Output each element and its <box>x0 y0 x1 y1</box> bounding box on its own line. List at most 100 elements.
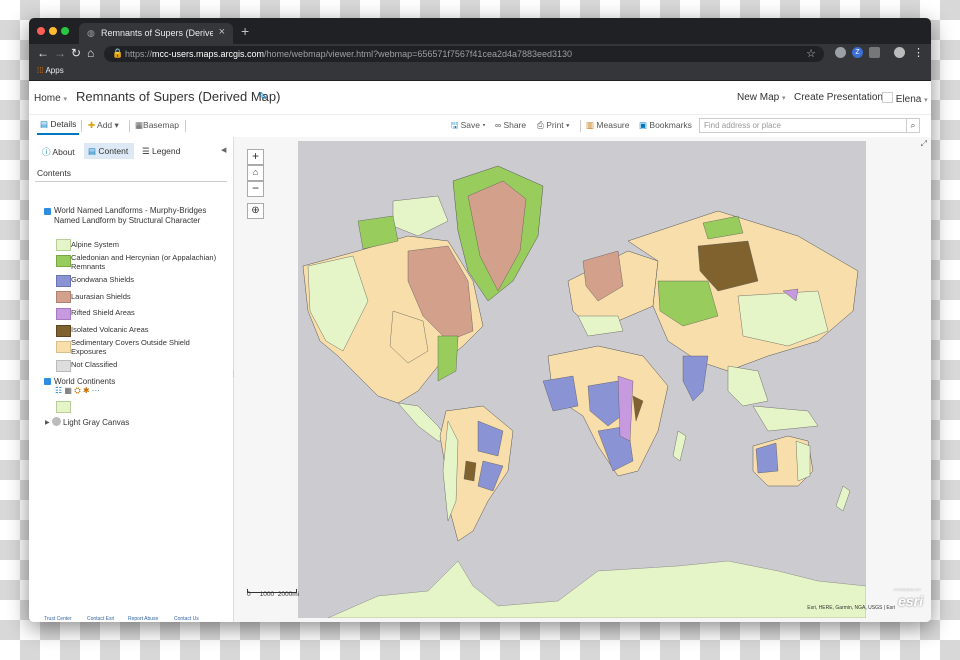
forward-arrow-icon[interactable]: → <box>54 46 66 60</box>
extension-z-icon[interactable]: Z <box>852 47 863 58</box>
divider <box>35 181 227 182</box>
home-extent-icon[interactable]: ⌂ <box>247 165 264 181</box>
add-button[interactable]: ✚ Add ▾ <box>88 120 119 131</box>
legend-label: Isolated Volcanic Areas <box>71 325 149 334</box>
user-menu[interactable]: Elena ▾ <box>882 92 928 105</box>
printer-icon: ⎙ <box>537 120 544 130</box>
save-button[interactable]: 🖫 Save ▾ <box>451 120 486 134</box>
table-icon[interactable]: ▦ <box>64 386 72 395</box>
legend-swatch <box>56 255 71 267</box>
close-tab-icon[interactable]: × <box>219 26 225 38</box>
avatar[interactable] <box>894 47 905 58</box>
page-title: Remnants of Supers (Derived Map) <box>76 89 281 104</box>
save-icon: 🖫 <box>451 120 459 130</box>
new-map-menu[interactable]: New Map ▾ <box>737 92 786 103</box>
expand-arrow-icon[interactable]: ▶ <box>45 419 50 426</box>
footer-link[interactable]: Trust Center <box>44 616 72 622</box>
details-button[interactable]: ▤ Details <box>37 118 80 135</box>
home-menu[interactable]: Home ▾ <box>34 93 67 104</box>
legend-list-icon: ☰ <box>142 146 150 156</box>
legend-swatch <box>56 360 71 372</box>
reload-icon[interactable]: ↻ <box>71 46 81 60</box>
basemap-globe-icon <box>52 417 61 426</box>
legend-label: Rifted Shield Areas <box>71 308 135 317</box>
legend-label: Alpine System <box>71 240 119 249</box>
map-attribution[interactable]: Esri, HERE, Garmin, NGA, USGS | Esri <box>807 605 895 611</box>
expand-icon[interactable]: ⤢ <box>921 139 927 149</box>
basemap-button[interactable]: ▦Basemap <box>135 120 179 131</box>
info-icon: ⓘ <box>42 147 51 157</box>
browser-menu-icon[interactable]: ⋮ <box>913 46 924 59</box>
apps-bookmark[interactable]: ⁞⁞⁞ Apps <box>37 66 64 75</box>
search-icon[interactable]: ⌕ <box>906 118 920 133</box>
landforms-map-graphic <box>302 165 866 618</box>
new-tab-button[interactable]: + <box>241 23 249 39</box>
layer-title[interactable]: Light Gray Canvas <box>63 418 233 428</box>
bookmarks-button[interactable]: ▣ Bookmarks <box>639 120 692 131</box>
footer-link[interactable]: Contact Esri <box>87 616 114 622</box>
legend-label: Caledonian and Hercynian (or Appalachian… <box>71 253 217 271</box>
divider <box>185 120 186 132</box>
share-button[interactable]: ∞ Share <box>495 120 526 130</box>
extension-box-icon[interactable] <box>869 47 880 58</box>
share-link-icon: ∞ <box>495 120 502 130</box>
create-presentation-link[interactable]: Create Presentation <box>794 92 883 103</box>
locate-icon[interactable]: ⊕ <box>247 203 264 219</box>
chevron-down-icon: ▾ <box>924 97 928 104</box>
edit-pencil-icon[interactable]: ✎ <box>258 90 267 103</box>
minimize-window-button[interactable] <box>49 27 57 35</box>
bookmark-icon: ▣ <box>639 120 648 130</box>
legend-swatch <box>56 291 71 303</box>
url-text: https://mcc-users.maps.arcgis.com/home/w… <box>125 49 573 59</box>
legend-swatch <box>56 325 71 337</box>
measure-button[interactable]: ▥ Measure <box>586 120 629 131</box>
more-options-icon[interactable]: ··· <box>92 386 100 395</box>
tab-bar: ◍ Remnants of Supers (Derived M... × + <box>29 18 931 44</box>
close-window-button[interactable] <box>37 27 45 35</box>
filter-icon[interactable]: ⛭ <box>74 386 80 395</box>
lock-icon: 🔒 <box>112 48 124 58</box>
print-button[interactable]: ⎙ Print ▾ <box>537 120 570 131</box>
back-arrow-icon[interactable]: ← <box>37 46 49 60</box>
browser-tab[interactable]: ◍ Remnants of Supers (Derived M... × <box>79 23 233 44</box>
collapse-panel-icon[interactable]: ◀ <box>221 146 226 154</box>
add-icon: ✚ <box>88 120 96 130</box>
tab-content[interactable]: ▤ Content <box>88 146 128 157</box>
map-toolbar: ▤ Details ✚ Add ▾ ▦Basemap 🖫 Save ▾ ∞ Sh… <box>29 114 931 138</box>
tab-about[interactable]: ⓘ About <box>42 146 75 158</box>
legend-label: Not Classified <box>71 360 118 369</box>
address-bar[interactable]: 🔒 https://mcc-users.maps.arcgis.com/home… <box>104 46 824 62</box>
world-map[interactable] <box>298 141 866 618</box>
legend-swatch <box>56 401 71 413</box>
powered-by-text: POWERED BY <box>893 587 921 592</box>
layer-title[interactable]: World Named Landforms - Murphy-Bridges N… <box>54 206 224 226</box>
legend-label: Sedimentary Covers Outside Shield Exposu… <box>71 338 190 356</box>
esri-logo: esri <box>898 593 923 609</box>
map-view[interactable]: + ⌂ − ⊕ ⤢ 0 1000 2000mi Esri, HERE, Garm… <box>234 137 931 622</box>
browser-toolbar: ← → ↻ ⌂ 🔒 https://mcc-users.maps.arcgis.… <box>29 44 931 64</box>
maximize-window-button[interactable] <box>61 27 69 35</box>
search-input[interactable]: Find address or place <box>699 118 919 133</box>
bookmarks-bar: ⁞⁞⁞ Apps <box>29 64 931 81</box>
legend-label: Gondwana Shields <box>71 275 134 284</box>
tab-legend[interactable]: ☰ Legend <box>142 146 180 157</box>
star-icon[interactable]: ☆ <box>806 47 816 60</box>
globe-icon: ◍ <box>87 28 95 38</box>
browser-window: ◍ Remnants of Supers (Derived M... × + ←… <box>29 18 931 622</box>
layer-visibility-checkbox[interactable] <box>44 208 51 215</box>
legend-swatch <box>56 341 71 353</box>
footer-link[interactable]: Report Abuse <box>128 616 158 622</box>
layer-actions: ☷ ▦ ⛭ ✱ ··· <box>55 386 100 396</box>
footer-link[interactable]: Contact Us <box>174 616 199 622</box>
extension-icon[interactable] <box>835 47 846 58</box>
apps-grid-icon: ⁞⁞⁞ <box>37 66 44 75</box>
zoom-out-button[interactable]: − <box>247 181 264 197</box>
divider <box>129 120 130 132</box>
tab-title: Remnants of Supers (Derived M... <box>101 28 213 38</box>
layer-visibility-checkbox[interactable] <box>44 378 51 385</box>
zoom-in-button[interactable]: + <box>247 149 264 165</box>
legend-list-icon[interactable]: ☷ <box>55 386 62 395</box>
style-icon[interactable]: ✱ <box>83 386 90 395</box>
chevron-down-icon: ▾ <box>782 95 786 102</box>
home-icon[interactable]: ⌂ <box>87 46 94 60</box>
